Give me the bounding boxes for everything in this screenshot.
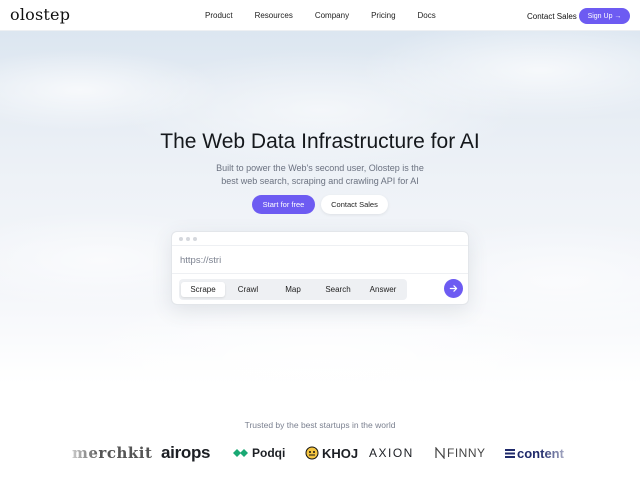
signup-button[interactable]: Sign Up → bbox=[579, 8, 630, 24]
trusted-heading: Trusted by the best startups in the worl… bbox=[244, 420, 396, 430]
logo-podqi: Podqi bbox=[233, 440, 285, 466]
submit-button[interactable] bbox=[444, 279, 463, 298]
sky-background bbox=[0, 0, 640, 400]
logo-khoj-text: KHOJ bbox=[322, 445, 359, 461]
nav-contact-sales-button[interactable]: Contact Sales bbox=[521, 8, 583, 24]
logo-fade-right bbox=[540, 438, 580, 468]
tab-crawl[interactable]: Crawl bbox=[226, 282, 270, 297]
widget-title-bar bbox=[172, 232, 468, 246]
hero-subtitle: Built to power the Web's second user, Ol… bbox=[216, 163, 424, 186]
logo-airops-text: airops bbox=[161, 443, 211, 462]
hero-title: The Web Data Infrastructure for AI bbox=[160, 130, 480, 153]
olostep-logo[interactable]: olostep bbox=[10, 5, 70, 24]
finny-mark-icon bbox=[435, 447, 445, 459]
logo-airops: airops bbox=[161, 440, 211, 466]
window-dot-icon bbox=[193, 237, 197, 241]
tab-map[interactable]: Map bbox=[271, 282, 315, 297]
logo-finny: FINNY bbox=[435, 440, 486, 466]
nav-resources[interactable]: Resources bbox=[255, 11, 293, 20]
arrow-right-icon bbox=[449, 285, 458, 292]
scrape-demo-widget: Scrape Crawl Map Search Answer bbox=[171, 231, 469, 305]
url-input[interactable] bbox=[180, 250, 460, 270]
logo-finny-text: FINNY bbox=[447, 446, 486, 460]
window-dot-icon bbox=[186, 237, 190, 241]
nav-pricing[interactable]: Pricing bbox=[371, 11, 395, 20]
content-mark-icon bbox=[505, 449, 515, 458]
logo-fade-left bbox=[60, 438, 100, 468]
logo-axion-text: AXION bbox=[369, 446, 414, 460]
tab-answer[interactable]: Answer bbox=[361, 282, 405, 297]
nav-company[interactable]: Company bbox=[315, 11, 349, 20]
logo-axion: AXION bbox=[369, 440, 414, 466]
khoj-mascot-icon bbox=[305, 446, 319, 460]
divider bbox=[172, 273, 468, 274]
top-navbar: olostep Product Resources Company Pricin… bbox=[0, 0, 640, 31]
mode-tabs: Scrape Crawl Map Search Answer bbox=[179, 279, 407, 300]
podqi-mark-icon bbox=[233, 449, 248, 457]
main-menu: Product Resources Company Pricing Docs bbox=[205, 0, 458, 31]
logo-khoj: KHOJ bbox=[305, 440, 358, 466]
nav-docs[interactable]: Docs bbox=[418, 11, 436, 20]
logo-podqi-text: Podqi bbox=[252, 446, 286, 460]
window-dot-icon bbox=[179, 237, 183, 241]
contact-sales-button[interactable]: Contact Sales bbox=[321, 195, 388, 214]
nav-product[interactable]: Product bbox=[205, 11, 233, 20]
tab-search[interactable]: Search bbox=[316, 282, 360, 297]
tab-scrape[interactable]: Scrape bbox=[181, 282, 225, 297]
start-for-free-button[interactable]: Start for free bbox=[252, 195, 315, 214]
